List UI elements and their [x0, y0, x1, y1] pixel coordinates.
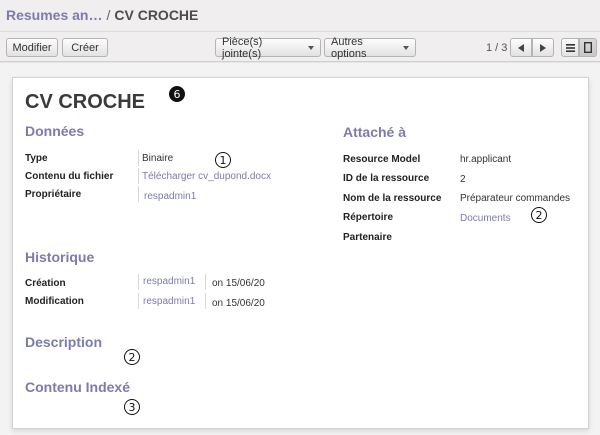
attachments-dropdown-label: Pièce(s) jointe(s) — [222, 35, 263, 60]
annotation-marker-indexed: 3 — [124, 399, 140, 415]
section-title-indexed-content: Contenu Indexé — [25, 379, 131, 395]
field-divider — [138, 150, 139, 166]
annotation-marker-description: 2 — [124, 349, 140, 365]
field-label-owner: Propriétaire — [25, 189, 82, 200]
field-divider — [138, 274, 139, 290]
field-label-resource-id: ID de la ressource — [343, 173, 430, 184]
annotation-marker-title: 6 — [169, 86, 185, 102]
breadcrumb-current: CV CROCHE — [114, 7, 199, 23]
form-view-button[interactable] — [579, 38, 597, 57]
field-label-partner: Partenaire — [343, 232, 392, 243]
section-title-history: Historique — [25, 249, 95, 265]
field-label-type: Type — [25, 153, 48, 164]
breadcrumb-parent-link[interactable]: Resumes an… — [6, 7, 102, 23]
field-divider — [205, 274, 206, 290]
more-options-dropdown-label: Autres options — [331, 35, 367, 60]
edit-button[interactable]: Modifier — [6, 38, 58, 57]
breadcrumb-separator: / — [106, 7, 111, 23]
header-bar: Resumes an… / CV CROCHE — [0, 0, 600, 32]
field-divider — [138, 186, 139, 202]
field-divider — [205, 293, 206, 309]
chevron-down-icon — [403, 45, 409, 50]
field-label-resource-model: Resource Model — [343, 154, 421, 165]
pager-counter: 1 / 3 — [486, 42, 508, 54]
create-button-label: Créer — [71, 41, 99, 54]
field-label-file: Contenu du fichier — [25, 171, 114, 182]
field-value-resource-model: hr.applicant — [460, 154, 512, 165]
field-label-created: Création — [25, 278, 66, 289]
field-label-directory: Répertoire — [343, 212, 394, 223]
arrow-right-icon — [540, 43, 546, 52]
create-button[interactable]: Créer — [62, 38, 108, 57]
field-value-modified-date: on 15/06/20 — [212, 298, 265, 309]
field-label-modified: Modification — [25, 296, 84, 307]
field-value-resource-name: Préparateur commandes — [460, 193, 571, 204]
field-value-resource-id: 2 — [460, 174, 466, 185]
arrow-left-icon — [518, 43, 524, 52]
download-file-link[interactable]: Télécharger cv_dupond.docx — [142, 171, 271, 182]
section-title-data: Données — [25, 123, 85, 139]
field-label-resource-name: Nom de la ressource — [343, 193, 442, 204]
annotation-marker-type: 1 — [215, 152, 231, 168]
list-icon — [565, 43, 575, 52]
attachments-dropdown[interactable]: Pièce(s) jointe(s) — [215, 35, 321, 60]
section-title-attached: Attaché à — [343, 124, 407, 140]
pager-next-button[interactable] — [532, 38, 554, 57]
form-sheet: CV CROCHE 6 Données Type Binaire 1 Conte… — [12, 77, 589, 429]
field-value-created-date: on 15/06/20 — [212, 278, 265, 289]
created-by-link[interactable]: respadmin1 — [143, 276, 195, 287]
chevron-down-icon — [308, 45, 314, 50]
breadcrumb: Resumes an… / CV CROCHE — [6, 7, 198, 23]
modified-by-link[interactable]: respadmin1 — [143, 296, 195, 307]
toolbar: Modifier Créer Pièce(s) jointe(s) Autres… — [0, 32, 600, 62]
pager-previous-button[interactable] — [510, 38, 532, 57]
form-icon — [584, 42, 592, 53]
edit-button-label: Modifier — [12, 41, 52, 54]
more-options-dropdown[interactable]: Autres options — [324, 35, 416, 60]
list-view-button[interactable] — [561, 38, 579, 57]
field-divider — [138, 168, 139, 184]
directory-link[interactable]: Documents — [460, 213, 511, 224]
section-title-description: Description — [25, 334, 103, 350]
field-value-type: Binaire — [142, 153, 174, 164]
record-title: CV CROCHE — [25, 91, 146, 113]
field-divider — [138, 293, 139, 309]
annotation-marker-directory: 2 — [531, 207, 547, 223]
owner-link[interactable]: respadmin1 — [144, 191, 196, 202]
